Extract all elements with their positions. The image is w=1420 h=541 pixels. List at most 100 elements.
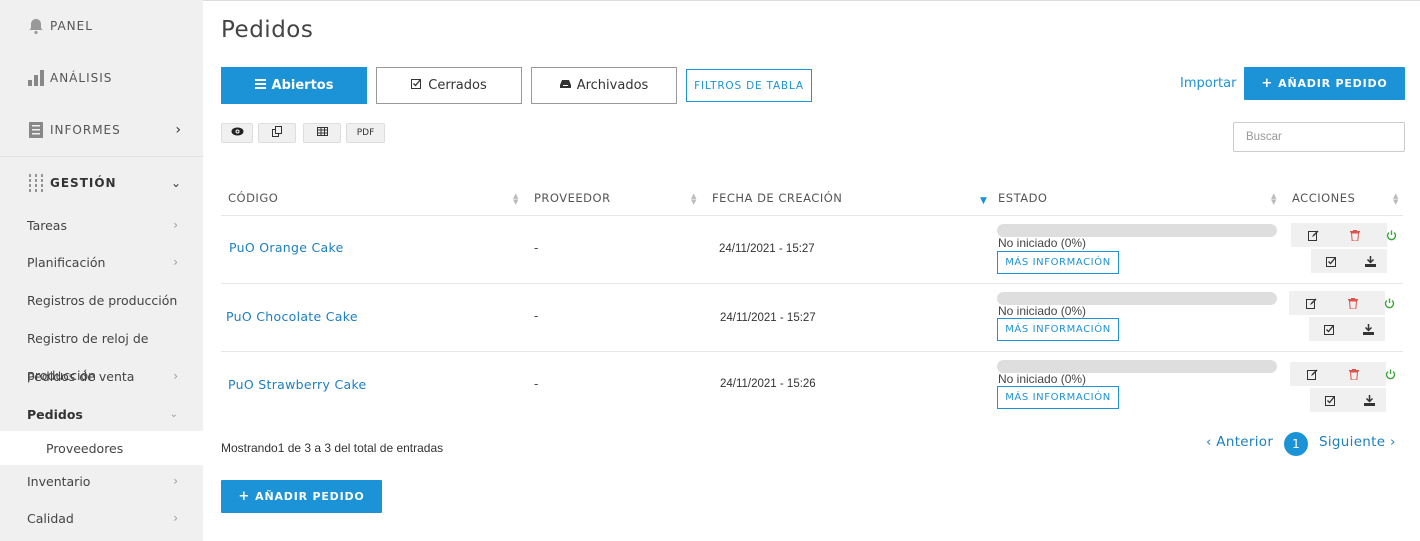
pagination-page[interactable]: 1 <box>1284 432 1308 456</box>
sort-icon: ▲ ▼ <box>513 192 519 206</box>
sidebar-item-tareas[interactable]: Tareas › <box>0 208 203 242</box>
pagination-info: Mostrando1 de 3 a 3 del total de entrada… <box>221 441 444 455</box>
status-text: No iniciado (0%) <box>998 304 1087 318</box>
pagination-next[interactable]: Siguiente › <box>1319 434 1396 450</box>
chevron-down-icon: ⌄ <box>170 175 181 190</box>
bell-icon <box>26 16 46 36</box>
row-actions <box>1291 223 1396 281</box>
supplier-cell: - <box>534 309 539 323</box>
more-info-button[interactable]: MÁS INFORMACIÓN <box>997 251 1119 274</box>
column-header-estado[interactable]: ESTADO <box>998 191 1047 205</box>
tab-abiertos[interactable]: Abiertos <box>221 67 367 104</box>
pdf-export-button[interactable]: PDF <box>346 123 385 143</box>
order-code-link[interactable]: PuO Orange Cake <box>229 240 344 255</box>
nav-gestion[interactable]: GESTIÓN ⌄ <box>0 156 203 208</box>
tab-archivados[interactable]: Archivados <box>531 67 677 104</box>
nav-analisis[interactable]: ANÁLISIS <box>0 52 203 104</box>
date-cell: 24/11/2021 - 15:26 <box>720 378 816 390</box>
divider <box>221 351 1403 352</box>
delete-icon[interactable] <box>1345 226 1365 244</box>
supplier-cell: - <box>534 377 539 391</box>
chevron-right-icon: › <box>1389 434 1396 450</box>
main-content: Pedidos Abiertos Cerrados Archivados FIL… <box>203 0 1420 541</box>
check-icon[interactable] <box>1321 252 1341 270</box>
chevron-right-icon: › <box>175 122 181 138</box>
sidebar-item-inventario[interactable]: Inventario › <box>0 464 203 498</box>
download-icon[interactable] <box>1360 252 1380 270</box>
power-icon[interactable] <box>1380 365 1400 383</box>
import-link[interactable]: Importar <box>1180 76 1236 91</box>
sidebar-item-registro-reloj[interactable]: Registro de reloj de <box>0 321 203 355</box>
sidebar-item-pedidos-venta[interactable]: Pedidos de venta › <box>0 359 203 393</box>
divider <box>221 283 1403 284</box>
table-icon <box>316 127 328 139</box>
order-code-link[interactable]: PuO Strawberry Cake <box>228 377 367 392</box>
pagination-prev[interactable]: ‹ Anterior <box>1206 434 1273 450</box>
status-text: No iniciado (0%) <box>998 372 1087 386</box>
sidebar-item-planificacion[interactable]: Planificación › <box>0 245 203 279</box>
copy-icon <box>271 126 283 140</box>
list-icon <box>254 78 266 93</box>
copy-button[interactable] <box>258 123 296 143</box>
sidebar: PANEL ANÁLISIS INFORMES › GESTIÓN ⌄ Tare… <box>0 0 203 541</box>
more-info-button[interactable]: MÁS INFORMACIÓN <box>997 318 1119 341</box>
order-code-link[interactable]: PuO Chocolate Cake <box>226 309 358 324</box>
edit-icon[interactable] <box>1302 365 1322 383</box>
row-actions <box>1289 291 1394 349</box>
download-icon[interactable] <box>1359 391 1379 409</box>
sidebar-item-registros-produccion[interactable]: Registros de producción <box>0 283 203 317</box>
eye-icon <box>231 127 244 139</box>
plus-icon: + <box>238 489 251 504</box>
sidebar-item-proveedores[interactable]: Proveedores <box>0 431 203 465</box>
excel-export-button[interactable] <box>303 123 341 143</box>
status-text: No iniciado (0%) <box>998 236 1087 250</box>
supplier-cell: - <box>534 241 539 255</box>
sliders-icon <box>26 173 46 193</box>
chevron-down-icon: ⌄ <box>169 408 178 420</box>
nav-panel[interactable]: PANEL <box>0 0 203 52</box>
bar-chart-icon <box>26 68 46 88</box>
date-cell: 24/11/2021 - 15:27 <box>719 243 815 255</box>
view-columns-button[interactable] <box>221 123 253 143</box>
row-actions <box>1290 362 1395 420</box>
power-icon[interactable] <box>1381 226 1401 244</box>
power-icon[interactable] <box>1379 294 1399 312</box>
sidebar-item-pedidos[interactable]: Pedidos ⌄ <box>0 397 203 431</box>
delete-icon[interactable] <box>1344 365 1364 383</box>
sort-icon: ▲ ▼ <box>1271 192 1277 206</box>
sort-icon: ▲ ▼ <box>691 192 697 206</box>
page-title: Pedidos <box>221 17 314 43</box>
table-filters-button[interactable]: FILTROS DE TABLA <box>686 69 812 102</box>
column-header-proveedor[interactable]: PROVEEDOR <box>534 191 611 205</box>
more-info-button[interactable]: MÁS INFORMACIÓN <box>997 386 1119 409</box>
delete-icon[interactable] <box>1343 294 1363 312</box>
sort-icon: ▲ ▼ <box>1393 192 1399 206</box>
date-cell: 24/11/2021 - 15:27 <box>720 312 816 324</box>
tab-cerrados[interactable]: Cerrados <box>376 67 522 104</box>
sort-desc-icon: ▼ <box>980 196 987 206</box>
check-icon[interactable] <box>1319 320 1339 338</box>
chevron-right-icon: › <box>173 218 178 232</box>
chevron-right-icon: › <box>173 474 178 488</box>
chevron-right-icon: › <box>173 511 178 525</box>
plus-icon: + <box>1261 76 1274 91</box>
check-icon[interactable] <box>1320 391 1340 409</box>
inbox-icon <box>559 78 571 93</box>
column-header-acciones: ACCIONES <box>1292 191 1356 205</box>
sidebar-item-calidad[interactable]: Calidad › <box>0 501 203 535</box>
divider <box>221 215 1403 216</box>
add-order-bottom-button[interactable]: + AÑADIR PEDIDO <box>221 480 382 513</box>
nav-informes[interactable]: INFORMES › <box>0 104 203 156</box>
chevron-left-icon: ‹ <box>1206 434 1212 450</box>
download-icon[interactable] <box>1358 320 1378 338</box>
column-header-fecha[interactable]: FECHA DE CREACIÓN <box>712 191 842 205</box>
add-order-button[interactable]: + AÑADIR PEDIDO <box>1244 67 1405 100</box>
document-icon <box>26 120 46 140</box>
edit-icon[interactable] <box>1303 226 1323 244</box>
chevron-right-icon: › <box>173 369 178 383</box>
search-input[interactable]: Buscar <box>1233 122 1405 152</box>
chevron-right-icon: › <box>173 255 178 269</box>
checkbox-icon <box>411 78 422 93</box>
column-header-codigo[interactable]: CÓDIGO <box>228 191 278 205</box>
edit-icon[interactable] <box>1301 294 1321 312</box>
